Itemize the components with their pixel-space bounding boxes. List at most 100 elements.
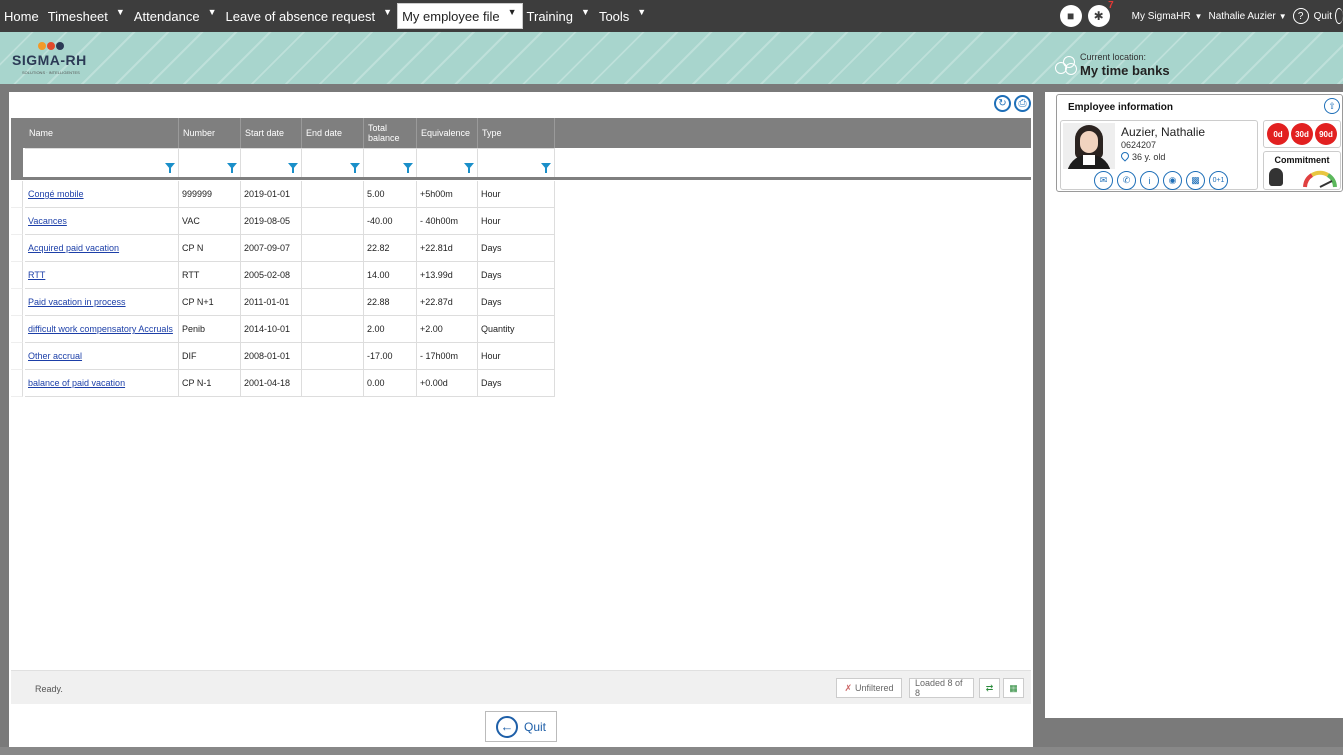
cell-name[interactable]: Paid vacation in process	[25, 289, 179, 316]
load-more-button[interactable]: ⇄	[979, 678, 1000, 698]
table-row[interactable]: Congé mobile 999999 2019-01-01 5.00 +5h00m Ho…	[11, 181, 555, 208]
more-icon[interactable]: 0+1	[1209, 171, 1228, 190]
chat-icon[interactable]: ■	[1059, 5, 1082, 27]
column-header-type[interactable]: Type	[478, 118, 555, 148]
cell-total: 0.00	[364, 370, 417, 397]
table-row[interactable]: Vacances VAC 2019-08-05 -40.00- 40h00m Hour	[11, 208, 555, 235]
filter-cell-total[interactable]	[364, 148, 417, 177]
grid-tools: ↻ ⎙	[994, 95, 1031, 112]
column-header-start[interactable]: Start date	[241, 118, 302, 148]
table-row[interactable]: Other accrual DIF 2008-01-01 -17.00- 17h00m…	[11, 343, 555, 370]
quit-label: Quit	[523, 719, 546, 734]
row-selector[interactable]	[11, 289, 23, 316]
row-selector[interactable]	[11, 343, 23, 370]
refresh-icon[interactable]: ↻	[994, 95, 1011, 112]
collapse-icon[interactable]: ⇧	[1324, 98, 1340, 114]
nav-label: Attendance	[133, 8, 200, 24]
column-header-number[interactable]: Number	[179, 118, 241, 148]
absence-badge[interactable]: 90d	[1315, 123, 1337, 145]
quit-link[interactable]: Quit	[1314, 11, 1332, 22]
notifications-icon[interactable]: ✱ 7	[1087, 0, 1114, 27]
filter-cell-number[interactable]	[179, 148, 241, 177]
cell-total: 22.82	[364, 235, 417, 262]
absence-badge[interactable]: 0d	[1267, 123, 1289, 145]
filter-cell-end[interactable]	[302, 148, 364, 177]
print-icon[interactable]: ⎙	[1014, 95, 1031, 112]
cell-equiv: +22.87d	[417, 289, 478, 316]
row-selector[interactable]	[11, 208, 23, 235]
nav-label: Tools	[598, 8, 630, 24]
nav-label: Home	[4, 8, 39, 24]
power-icon[interactable]	[1335, 8, 1343, 24]
location-icon	[1055, 56, 1079, 76]
phone-icon[interactable]: ✆	[1117, 171, 1136, 190]
logo-tagline: SOLUTIONS · INTELLIGENTES	[22, 70, 80, 75]
cell-start: 2019-01-01	[241, 181, 302, 208]
nav-item-leave-request[interactable]: Leave of absence request ▼	[222, 0, 398, 32]
filter-icon[interactable]	[350, 163, 360, 173]
filter-icon[interactable]	[165, 163, 175, 173]
cell-equiv: +2.00	[417, 316, 478, 343]
cell-name[interactable]: Vacances	[25, 208, 179, 235]
filter-cell-name[interactable]	[25, 148, 179, 177]
my-sigma-menu[interactable]: My SigmaHR	[1132, 11, 1191, 22]
cell-start: 2019-08-05	[241, 208, 302, 235]
cell-type: Days	[478, 262, 555, 289]
column-header-end[interactable]: End date	[302, 118, 364, 148]
column-header-total[interactable]: Total balance	[364, 118, 417, 148]
row-selector[interactable]	[11, 370, 23, 397]
user-menu[interactable]: Nathalie Auzier	[1208, 11, 1275, 22]
cell-name[interactable]: Congé mobile	[25, 181, 179, 208]
filter-icon[interactable]	[464, 163, 474, 173]
row-selector[interactable]	[11, 181, 23, 208]
table-row[interactable]: difficult work compensatory Accruals Peni…	[11, 316, 555, 343]
column-header-name[interactable]: Name	[25, 118, 179, 148]
nav-item-training[interactable]: Training ▼	[523, 0, 595, 32]
nav-item-attendance[interactable]: Attendance ▼	[130, 0, 222, 32]
main-panel: ↻ ⎙ Ready. ✗ Unfiltered Loaded 8 of 8 ⇄ ▦…	[9, 92, 1033, 707]
filter-clear-icon: ✗	[844, 682, 852, 693]
table-row[interactable]: Acquired paid vacation CP N 2007-09-07 22.8…	[11, 235, 555, 262]
quit-button[interactable]: ← Quit	[485, 711, 557, 742]
unfiltered-button[interactable]: ✗ Unfiltered	[836, 678, 902, 698]
filter-cell-start[interactable]	[241, 148, 302, 177]
info-icon[interactable]: i	[1140, 171, 1159, 190]
filter-cell-equiv[interactable]	[417, 148, 478, 177]
filter-icon[interactable]	[288, 163, 298, 173]
row-selector[interactable]	[11, 262, 23, 289]
table-row[interactable]: balance of paid vacation CP N-1 2001-04-18…	[11, 370, 555, 397]
commitment-box: Commitment	[1263, 151, 1341, 190]
column-header-equiv[interactable]: Equivalence	[417, 118, 478, 148]
nav-item-tools[interactable]: Tools ▼	[595, 0, 651, 32]
org-chart-icon[interactable]: ▩	[1186, 171, 1205, 190]
row-selector[interactable]	[11, 316, 23, 343]
cell-name[interactable]: balance of paid vacation	[25, 370, 179, 397]
help-icon[interactable]: ?	[1292, 8, 1309, 24]
table-row[interactable]: Paid vacation in process CP N+1 2011-01-01…	[11, 289, 555, 316]
location-label: Current location:	[1080, 52, 1147, 62]
notification-count: 7	[1108, 0, 1114, 11]
filter-icon[interactable]	[403, 163, 413, 173]
export-button[interactable]: ▦	[1003, 678, 1024, 698]
cell-name[interactable]: difficult work compensatory Accruals	[25, 316, 179, 343]
nav-label: My employee file	[402, 8, 500, 24]
employee-age: 36 y. old	[1119, 150, 1165, 162]
cell-name[interactable]: RTT	[25, 262, 179, 289]
cell-type: Days	[478, 370, 555, 397]
filter-icon[interactable]	[541, 163, 551, 173]
map-pin-icon[interactable]: ◉	[1163, 171, 1182, 190]
cell-total: 5.00	[364, 181, 417, 208]
absence-badge[interactable]: 30d	[1291, 123, 1313, 145]
cell-start: 2005-02-08	[241, 262, 302, 289]
cell-total: -17.00	[364, 343, 417, 370]
table-row[interactable]: RTT RTT 2005-02-08 14.00 +13.99d Days	[11, 262, 555, 289]
nav-item-employee-file[interactable]: My employee file ▼	[397, 3, 523, 29]
filter-icon[interactable]	[227, 163, 237, 173]
filter-cell-type[interactable]	[478, 148, 555, 177]
email-icon[interactable]: ✉	[1094, 171, 1113, 190]
cell-name[interactable]: Acquired paid vacation	[25, 235, 179, 262]
nav-item-timesheet[interactable]: Timesheet ▼	[44, 0, 130, 32]
nav-item-home[interactable]: Home	[0, 0, 44, 32]
cell-name[interactable]: Other accrual	[25, 343, 179, 370]
row-selector[interactable]	[11, 235, 23, 262]
